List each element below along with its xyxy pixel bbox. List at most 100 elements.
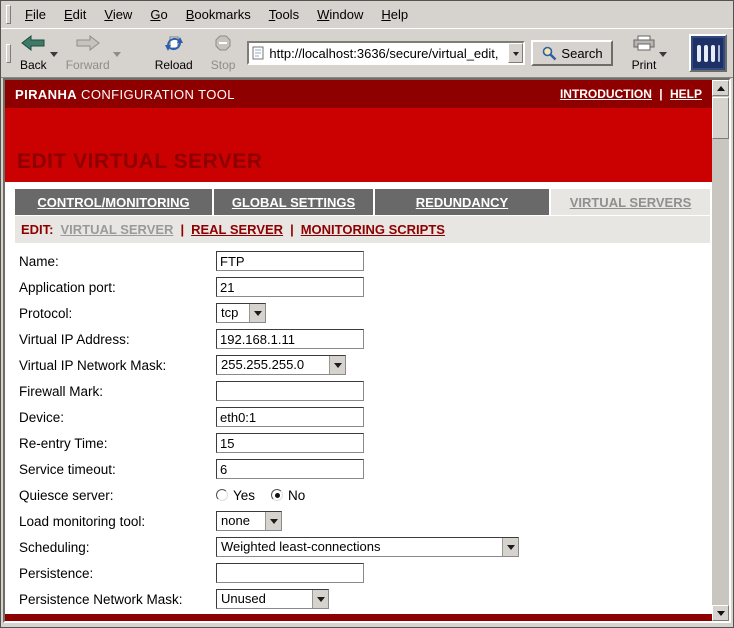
form-row-firewall-mark: Firewall Mark: — [5, 378, 712, 404]
search-button[interactable]: Search — [531, 40, 612, 66]
back-button[interactable]: Back — [16, 32, 62, 75]
form-row-persistence-mask: Persistence Network Mask: Unused — [5, 586, 712, 612]
subnav-prefix: EDIT: — [21, 222, 54, 237]
stop-icon — [215, 35, 231, 56]
arrow-up-icon — [717, 82, 725, 91]
arrow-down-icon — [717, 611, 725, 620]
chevron-down-icon — [265, 512, 281, 530]
subnav-real-server-link[interactable]: REAL SERVER — [191, 222, 283, 237]
menu-file[interactable]: File — [16, 3, 55, 26]
url-input[interactable] — [267, 44, 508, 62]
protocol-label: Protocol: — [19, 306, 216, 321]
form-row-load-tool: Load monitoring tool: none — [5, 508, 712, 534]
protocol-select-value: tcp — [217, 304, 249, 322]
menu-window[interactable]: Window — [308, 3, 372, 26]
header-link-separator: | — [659, 87, 662, 101]
persistence-netmask-select[interactable]: Unused — [216, 589, 329, 609]
quiesce-no-radio[interactable] — [271, 489, 283, 501]
back-dropdown-chevron-icon[interactable] — [50, 52, 58, 61]
scroll-up-button[interactable] — [712, 80, 729, 96]
form-row-device: Device: — [5, 404, 712, 430]
mozilla-logo[interactable] — [689, 34, 727, 72]
app-title: PIRANHA CONFIGURATION TOOL — [15, 87, 235, 102]
print-button[interactable]: Print — [627, 32, 673, 75]
load-monitoring-select[interactable]: none — [216, 511, 282, 531]
menu-tools[interactable]: Tools — [260, 3, 308, 26]
menu-help[interactable]: Help — [372, 3, 417, 26]
form-row-name: Name: — [5, 248, 712, 274]
search-label: Search — [561, 46, 602, 61]
scheduling-select-value: Weighted least-connections — [217, 538, 502, 556]
device-label: Device: — [19, 410, 216, 425]
url-page-icon — [252, 46, 264, 60]
virtual-server-form: Name: Application port: Protocol: tcp Vi… — [5, 248, 712, 612]
menu-view[interactable]: View — [95, 3, 141, 26]
quiesce-yes-radio[interactable] — [216, 489, 228, 501]
piranha-header-bar: PIRANHA CONFIGURATION TOOL INTRODUCTION … — [5, 80, 712, 108]
forward-label: Forward — [66, 58, 110, 72]
menubar-grippy[interactable] — [6, 5, 11, 24]
chevron-down-icon — [329, 356, 345, 374]
stop-label: Stop — [211, 58, 236, 72]
forward-icon — [76, 35, 100, 56]
toolbar-grippy[interactable] — [6, 44, 11, 63]
reentry-time-input[interactable] — [216, 433, 364, 453]
back-icon — [21, 35, 45, 56]
load-monitoring-select-value: none — [217, 512, 265, 530]
firewall-mark-label: Firewall Mark: — [19, 384, 216, 399]
reload-label: Reload — [155, 58, 193, 72]
protocol-select[interactable]: tcp — [216, 303, 266, 323]
tab-virtual-servers[interactable]: VIRTUAL SERVERS — [551, 189, 710, 215]
scrollbar-thumb[interactable] — [712, 97, 729, 139]
tab-global-settings[interactable]: GLOBAL SETTINGS — [214, 189, 373, 215]
vertical-scrollbar[interactable] — [712, 80, 729, 621]
form-row-persistence: Persistence: — [5, 560, 712, 586]
accept-bar-edge — [5, 614, 712, 621]
forward-button[interactable]: Forward — [62, 32, 125, 75]
vip-netmask-select[interactable]: 255.255.255.0 — [216, 355, 346, 375]
form-row-scheduling: Scheduling: Weighted least-connections — [5, 534, 712, 560]
forward-dropdown-chevron-icon[interactable] — [113, 52, 121, 61]
stop-button[interactable]: Stop — [207, 32, 240, 75]
menu-go[interactable]: Go — [141, 3, 176, 26]
subnav-monitoring-scripts-link[interactable]: MONITORING SCRIPTS — [301, 222, 445, 237]
device-input[interactable] — [216, 407, 364, 427]
chevron-down-icon — [502, 538, 518, 556]
tab-control-monitoring[interactable]: CONTROL/MONITORING — [15, 189, 212, 215]
name-input[interactable] — [216, 251, 364, 271]
reload-button[interactable]: Reload — [151, 32, 197, 75]
print-label: Print — [632, 58, 657, 72]
form-row-protocol: Protocol: tcp — [5, 300, 712, 326]
page-title: EDIT VIRTUAL SERVER — [17, 150, 263, 174]
scheduling-select[interactable]: Weighted least-connections — [216, 537, 519, 557]
browser-window: File Edit View Go Bookmarks Tools Window… — [0, 0, 734, 628]
chevron-down-icon — [249, 304, 265, 322]
help-link[interactable]: HELP — [670, 87, 702, 101]
header-links: INTRODUCTION | HELP — [560, 87, 702, 101]
firewall-mark-input[interactable] — [216, 381, 364, 401]
vip-label: Virtual IP Address: — [19, 332, 216, 347]
menu-bookmarks[interactable]: Bookmarks — [177, 3, 260, 26]
app-title-rest: CONFIGURATION TOOL — [81, 87, 235, 102]
form-row-vip-mask: Virtual IP Network Mask: 255.255.255.0 — [5, 352, 712, 378]
search-icon — [541, 45, 557, 61]
edit-subnav: EDIT: VIRTUAL SERVER | REAL SERVER | MON… — [15, 216, 710, 243]
introduction-link[interactable]: INTRODUCTION — [560, 87, 652, 101]
form-row-port: Application port: — [5, 274, 712, 300]
main-tabs: CONTROL/MONITORING GLOBAL SETTINGS REDUN… — [15, 189, 710, 215]
subnav-virtual-server-link[interactable]: VIRTUAL SERVER — [61, 222, 174, 237]
service-timeout-input[interactable] — [216, 459, 364, 479]
browser-viewport: PIRANHA CONFIGURATION TOOL INTRODUCTION … — [3, 78, 731, 623]
subnav-separator: | — [180, 222, 184, 237]
virtual-ip-input[interactable] — [216, 329, 364, 349]
menu-edit[interactable]: Edit — [55, 3, 95, 26]
scroll-down-button[interactable] — [712, 605, 729, 621]
application-port-input[interactable] — [216, 277, 364, 297]
piranha-page: PIRANHA CONFIGURATION TOOL INTRODUCTION … — [5, 80, 712, 621]
tab-redundancy[interactable]: REDUNDANCY — [375, 189, 549, 215]
persistence-input[interactable] — [216, 563, 364, 583]
print-dropdown-chevron-icon[interactable] — [659, 52, 667, 61]
url-dropdown-button[interactable] — [508, 43, 523, 63]
port-label: Application port: — [19, 280, 216, 295]
scheduling-label: Scheduling: — [19, 540, 216, 555]
